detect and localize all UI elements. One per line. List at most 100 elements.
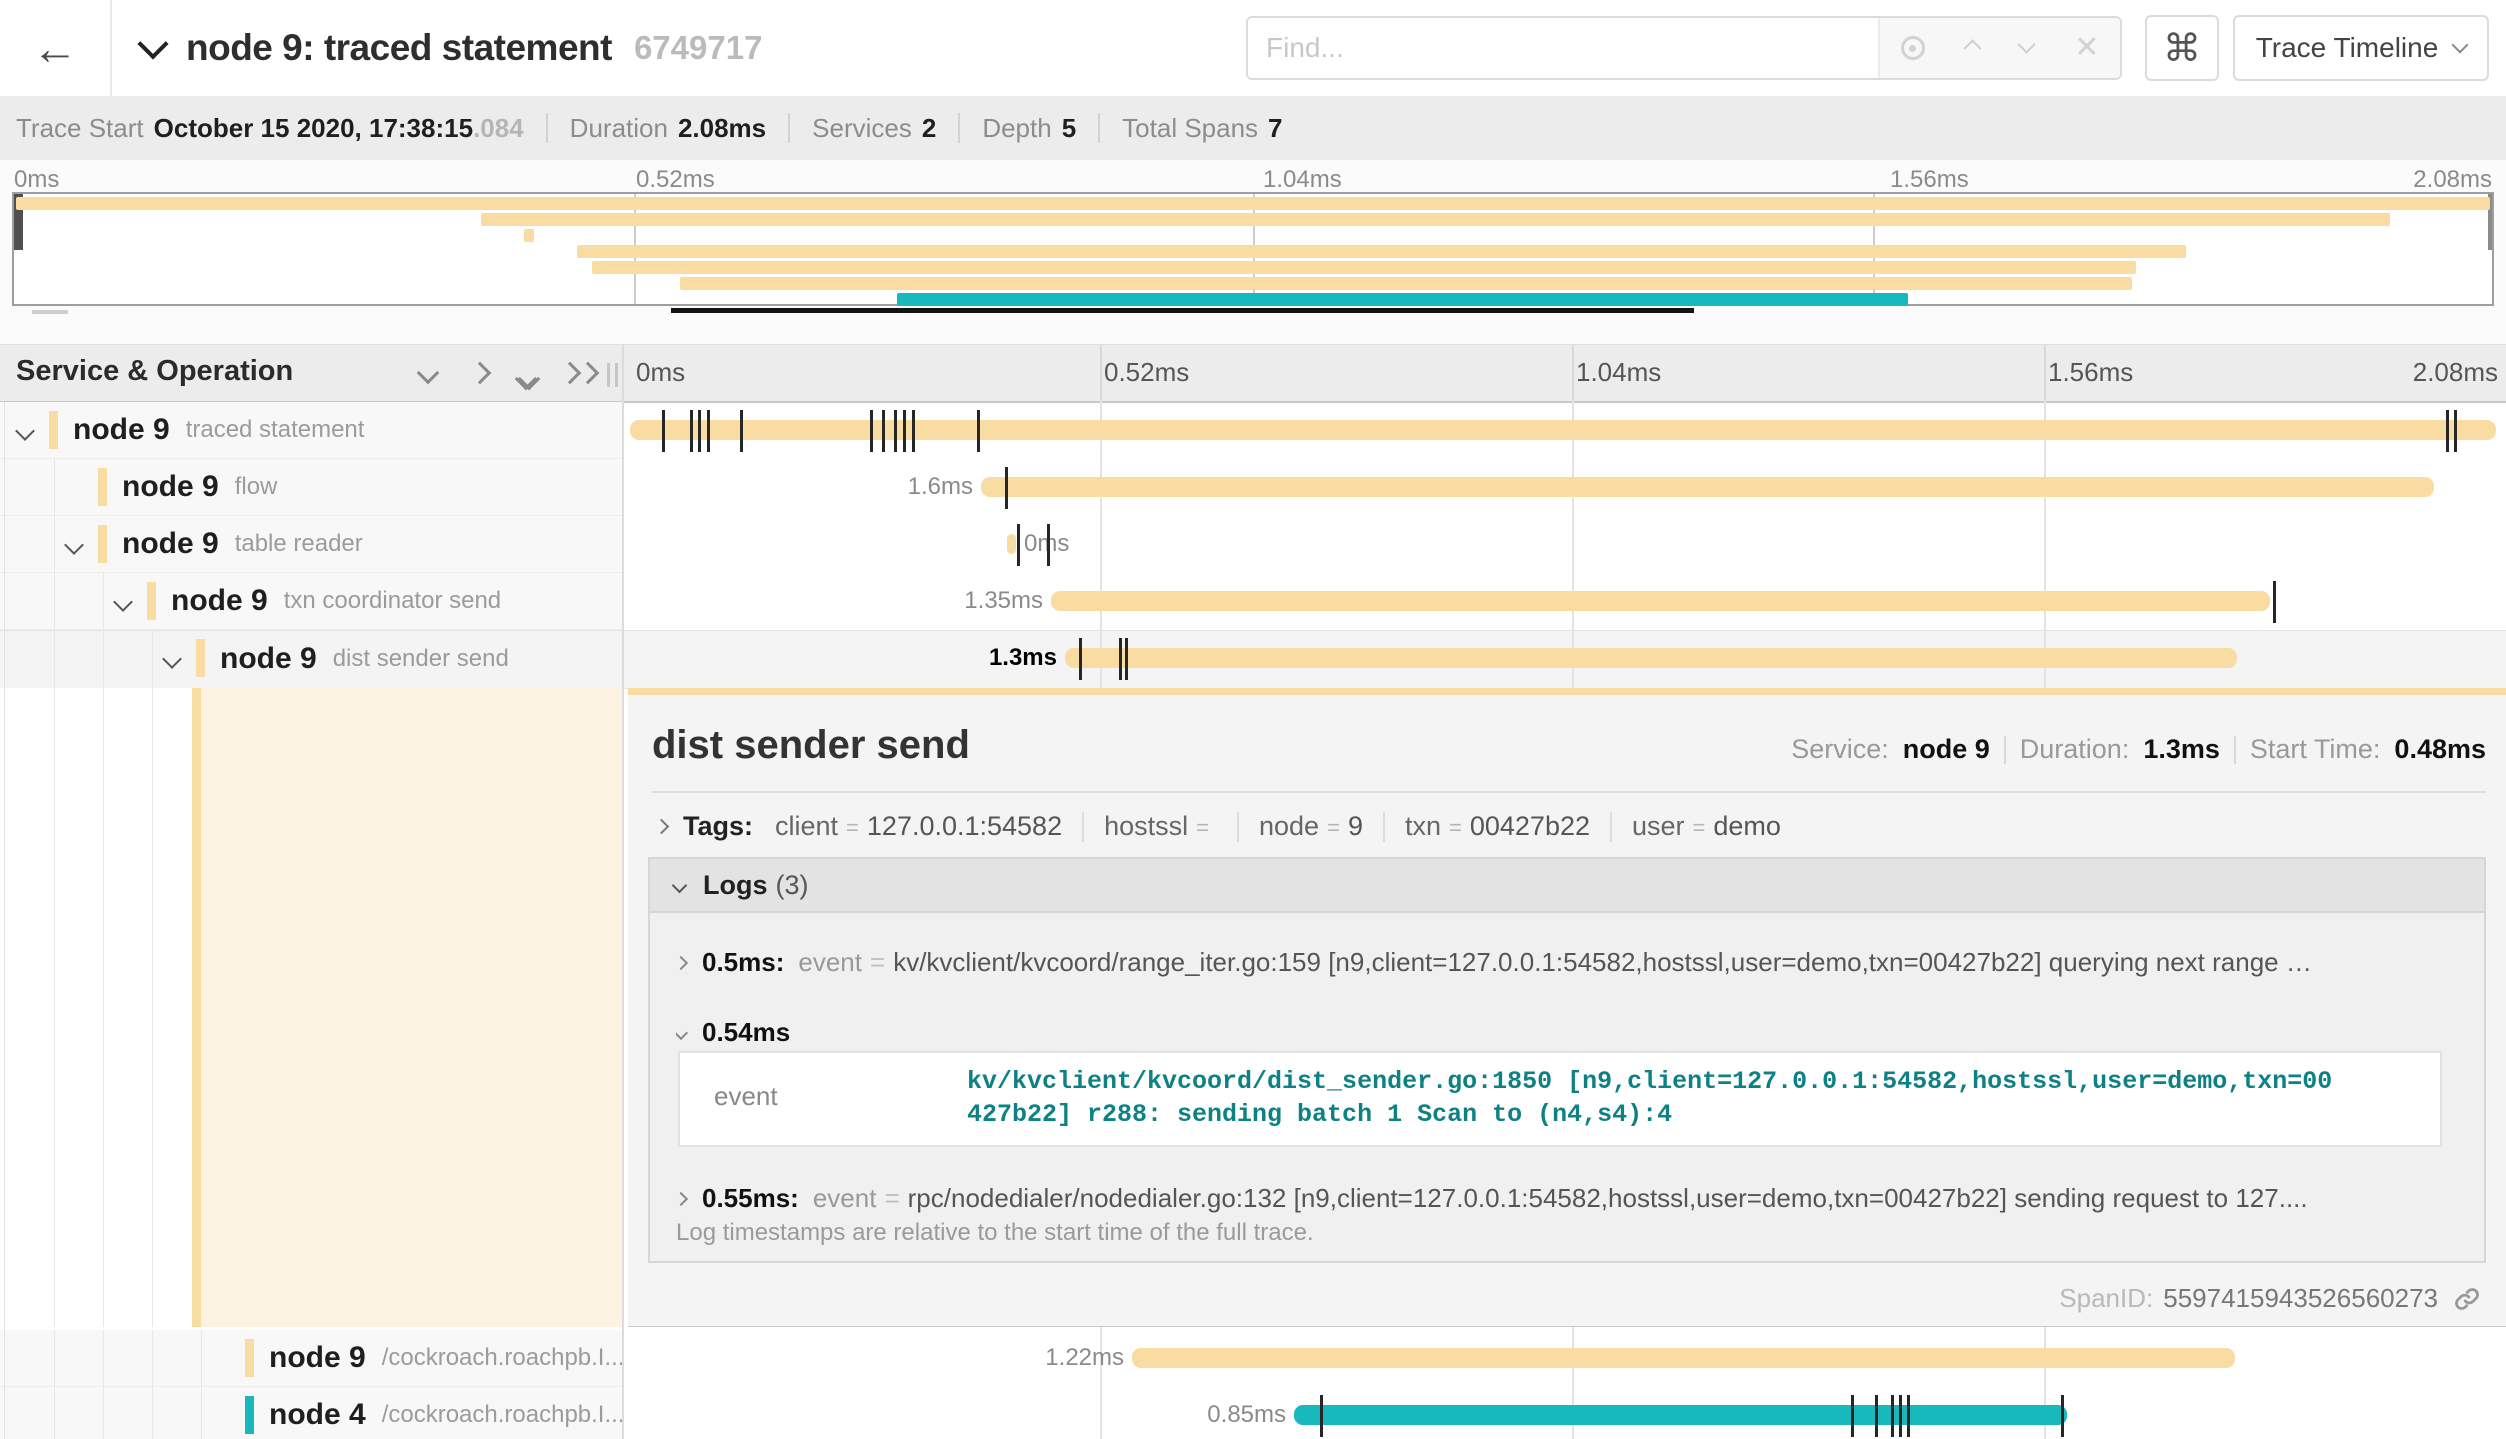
- deep-link-icon[interactable]: [2452, 1284, 2482, 1314]
- span-service-name[interactable]: node 9: [122, 470, 219, 504]
- span-tree-cell: node 9txn coordinator send: [0, 573, 622, 630]
- log-marker-tick: [1119, 638, 1122, 680]
- back-button[interactable]: ←: [0, 0, 112, 96]
- span-service-name[interactable]: node 9: [269, 1341, 366, 1375]
- timeline-axis-tick: 0ms: [636, 357, 685, 388]
- span-row[interactable]: node 9flow1.6ms: [0, 459, 2506, 516]
- log-marker-tick: [2273, 581, 2276, 623]
- span-bar[interactable]: [1294, 1405, 2067, 1425]
- duration-label: Duration: [570, 113, 668, 144]
- find-prev-icon[interactable]: [1963, 39, 1981, 57]
- span-bar[interactable]: [1051, 591, 2270, 611]
- minimap-span-bar: [481, 213, 2390, 226]
- focus-target-icon[interactable]: [1901, 36, 1925, 60]
- span-row[interactable]: node 9traced statement: [0, 402, 2506, 459]
- timeline-gridline: [1572, 345, 1574, 401]
- log-field-value: kv/kvclient/kvcoord/dist_sender.go:1850 …: [967, 1065, 2335, 1131]
- log-entry-expanded-header[interactable]: 0.54ms: [676, 1017, 2468, 1048]
- log-marker-tick: [1875, 1395, 1878, 1437]
- log-entry-collapsed[interactable]: 0.55ms: event = rpc/nodedialer/nodediale…: [676, 1183, 2468, 1214]
- span-duration-label: Duration:: [2020, 734, 2130, 765]
- span-row[interactable]: node 4/cockroach.roachpb.I...0.85ms: [0, 1387, 2506, 1439]
- minimap-axis-tick: 1.04ms: [1263, 166, 1342, 194]
- logs-section: Logs (3) 0.5ms: event = kv/kvclient/kvco…: [648, 857, 2486, 1263]
- find-next-icon[interactable]: [2017, 35, 2035, 53]
- span-row[interactable]: node 9txn coordinator send1.35ms: [0, 573, 2506, 630]
- total-spans-value: 7: [1268, 113, 1282, 144]
- span-bar[interactable]: [1132, 1348, 2235, 1368]
- span-service-name[interactable]: node 4: [269, 1398, 366, 1432]
- service-value: node 9: [1903, 734, 1990, 765]
- span-detail-title: dist sender send: [652, 723, 970, 768]
- tags-label: Tags:: [683, 811, 753, 842]
- span-collapse-chevron-icon[interactable]: [113, 592, 133, 612]
- tag-item: node=9: [1259, 811, 1363, 842]
- trace-title: node 9: traced statement: [186, 27, 612, 69]
- collapse-one-icon[interactable]: [420, 365, 436, 386]
- span-service-name[interactable]: node 9: [220, 642, 317, 676]
- expand-all-icon[interactable]: [562, 365, 596, 386]
- view-selector-label: Trace Timeline: [2256, 32, 2439, 64]
- minimap-span-bar: [577, 245, 2186, 258]
- span-name-group[interactable]: node 9/cockroach.roachpb.I...: [269, 1330, 624, 1386]
- collapse-header-chevron-icon[interactable]: [137, 28, 168, 59]
- collapse-all-icon[interactable]: [518, 365, 537, 392]
- minimap-scrollbar[interactable]: [32, 310, 68, 314]
- span-row[interactable]: node 9dist sender send1.3ms: [0, 630, 2506, 687]
- log-marker-tick: [1125, 638, 1128, 680]
- find-input[interactable]: [1248, 18, 1878, 78]
- span-color-swatch: [245, 1396, 254, 1434]
- span-name-group[interactable]: node 9txn coordinator send: [171, 573, 501, 629]
- chevron-right-icon: [676, 955, 688, 969]
- span-row[interactable]: node 9table reader0ms: [0, 516, 2506, 573]
- minimap-span-bar: [680, 277, 2132, 290]
- log-entry-collapsed[interactable]: 0.5ms: event = kv/kvclient/kvcoord/range…: [676, 947, 2468, 978]
- span-name-group[interactable]: node 4/cockroach.roachpb.I...: [269, 1387, 624, 1439]
- tag-item: user=demo: [1632, 811, 1781, 842]
- span-color-swatch: [147, 582, 156, 620]
- expand-one-icon[interactable]: [472, 365, 488, 386]
- span-name-group[interactable]: node 9flow: [122, 459, 277, 515]
- indent-guide: [54, 516, 55, 572]
- span-row[interactable]: node 9/cockroach.roachpb.I...1.22ms: [0, 1330, 2506, 1387]
- span-name-group[interactable]: node 9 dist sender send: [220, 630, 509, 687]
- span-collapse-chevron-icon[interactable]: [15, 421, 35, 441]
- view-selector-button[interactable]: Trace Timeline: [2233, 15, 2489, 81]
- span-bar[interactable]: [1007, 534, 1016, 554]
- minimap-scrubber[interactable]: [671, 308, 1694, 313]
- timeline-minimap: 0ms0.52ms1.04ms1.56ms2.08ms: [0, 160, 2506, 344]
- span-name-group[interactable]: node 9table reader: [122, 516, 363, 572]
- span-bar[interactable]: [1065, 648, 2237, 668]
- services-value: 2: [922, 113, 936, 144]
- log-key: event: [798, 947, 862, 978]
- span-operation-name: dist sender send: [333, 645, 509, 673]
- span-bar[interactable]: [630, 420, 2496, 440]
- span-service-name[interactable]: node 9: [171, 584, 268, 618]
- span-collapse-chevron-icon[interactable]: [64, 535, 84, 555]
- find-clear-icon[interactable]: ✕: [2074, 33, 2099, 63]
- panel-splitter[interactable]: [622, 344, 624, 1439]
- tags-toggle-row[interactable]: Tags: client=127.0.0.1:54582hostssl=node…: [656, 811, 1781, 842]
- minimap-span-bar: [524, 229, 534, 242]
- minimap-axis-tick: 1.56ms: [1890, 166, 1969, 194]
- keyboard-shortcuts-button[interactable]: ⌘: [2145, 15, 2219, 81]
- span-service-name[interactable]: node 9: [73, 413, 170, 447]
- trace-title-group: node 9: traced statement 6749717: [142, 0, 762, 96]
- indent-guide: [54, 459, 55, 515]
- command-icon: ⌘: [2163, 26, 2201, 71]
- span-color-swatch: [245, 1339, 254, 1377]
- services-label: Services: [812, 113, 912, 144]
- column-resizer-grip[interactable]: [607, 363, 618, 387]
- tree-left-border: [4, 402, 5, 1439]
- selected-span-highlight-column: [201, 688, 622, 1327]
- trace-start-label: Trace Start: [16, 113, 144, 144]
- log-marker-tick: [1907, 1395, 1910, 1437]
- span-service-name[interactable]: node 9: [122, 527, 219, 561]
- span-bar[interactable]: [981, 477, 2434, 497]
- log-marker-tick: [903, 410, 906, 452]
- logs-toggle-header[interactable]: Logs (3): [650, 859, 2484, 913]
- log-marker-tick: [1017, 524, 1020, 566]
- minimap-canvas[interactable]: [12, 192, 2494, 306]
- span-collapse-chevron-icon[interactable]: [162, 649, 182, 669]
- span-name-group[interactable]: node 9traced statement: [73, 402, 364, 458]
